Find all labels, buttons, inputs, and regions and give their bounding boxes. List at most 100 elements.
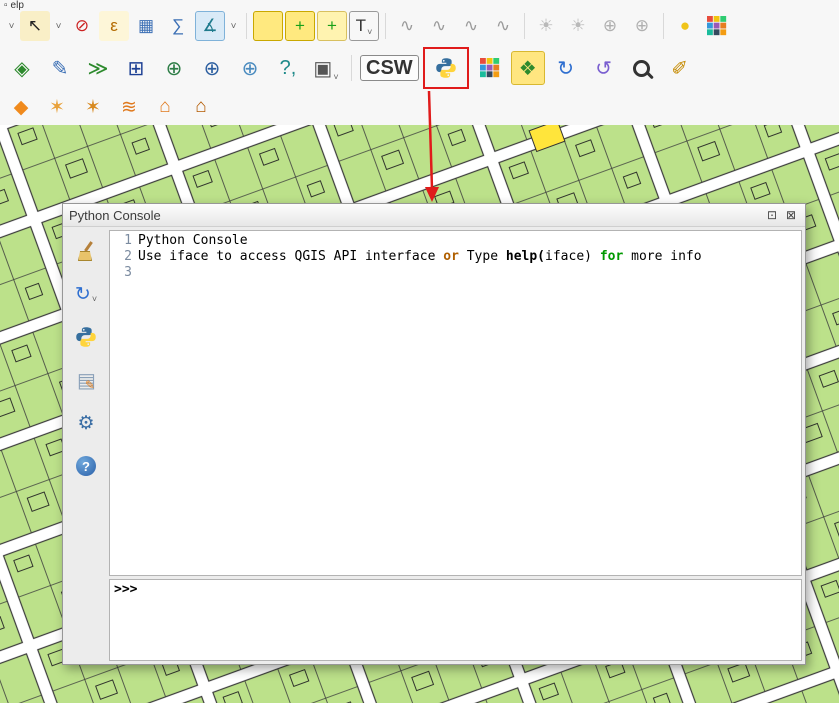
- effects-star-icon-2-glyph: ✶: [85, 96, 101, 119]
- gray-globe-icon-2-glyph: ⊕: [635, 16, 649, 36]
- import-class-button-glyph: ↻: [75, 283, 91, 306]
- add-virtual-layer-glyph: ▣: [313, 56, 332, 81]
- dropdown-caret: ˅: [367, 27, 372, 37]
- gray-globe-icon-1-glyph: ⊕: [603, 16, 617, 36]
- refresh-icon[interactable]: ↻: [549, 51, 583, 85]
- temporal-controller-glyph: ●: [680, 16, 690, 36]
- clear-console-button[interactable]: [73, 238, 99, 264]
- new-geopackage-layer-glyph: ◈: [14, 56, 29, 81]
- add-wms-layer[interactable]: ⊕: [157, 51, 191, 85]
- statistical-summary[interactable]: ∑: [163, 11, 193, 41]
- console-sidebar: ↻˅ ▤✎ ⚙?: [66, 230, 106, 661]
- select-features-tool-glyph: ↖: [28, 16, 42, 36]
- profile-icon-d[interactable]: ∿: [488, 11, 518, 41]
- console-input[interactable]: >>>: [109, 579, 802, 661]
- code-line: 3: [110, 265, 801, 281]
- profile-icon-c-glyph: ∿: [464, 16, 478, 36]
- add-wms-layer-glyph: ⊕: [166, 56, 183, 81]
- deselect-features[interactable]: ⊘: [67, 11, 97, 41]
- console-output[interactable]: 1Python Console2Use iface to access QGIS…: [109, 230, 802, 576]
- toolbar-separator: [524, 13, 525, 39]
- console-title: Python Console: [69, 208, 761, 223]
- color-table-icon[interactable]: [702, 11, 732, 41]
- sun-effect-icon-1[interactable]: ☀: [531, 11, 561, 41]
- new-spatialite-layer[interactable]: ≫: [81, 51, 115, 85]
- new-html-annotation[interactable]: +: [317, 11, 347, 41]
- add-wfs-layer[interactable]: ⊕: [233, 51, 267, 85]
- csw-search-button[interactable]: CSW: [360, 55, 419, 81]
- toolbar-separator: [663, 13, 664, 39]
- select-dropdown[interactable]: ˅: [52, 11, 65, 41]
- new-shapefile-layer[interactable]: ✎: [43, 51, 77, 85]
- new-shapefile-layer-glyph: ✎: [52, 56, 69, 81]
- python-logo: [74, 325, 98, 349]
- line-number: 2: [110, 249, 138, 265]
- text-annotation-tool[interactable]: T˅: [349, 11, 379, 41]
- effects-star-icon-1[interactable]: ✶: [41, 91, 73, 123]
- python-console-button[interactable]: [429, 51, 463, 85]
- console-body: ↻˅ ▤✎ ⚙? 1Python Console2Use iface to acce…: [63, 227, 805, 664]
- text-annotation-tool-glyph: T: [356, 16, 366, 36]
- extrude-icon-2[interactable]: ⌂: [185, 91, 217, 123]
- console-title-bar[interactable]: Python Console ⊡ ⊠: [63, 204, 805, 227]
- manage-plugins-button-glyph: ❖: [519, 56, 537, 81]
- selection-style-dropdown[interactable]: ˅: [5, 11, 18, 41]
- sun-effect-icon-2[interactable]: ☀: [563, 11, 593, 41]
- select-dropdown-glyph: ˅: [56, 21, 62, 32]
- add-db-layer[interactable]: ?,: [271, 51, 305, 85]
- search-tool[interactable]: [625, 51, 659, 85]
- profile-icon-c[interactable]: ∿: [456, 11, 486, 41]
- add-virtual-layer[interactable]: ▣˅: [309, 51, 343, 85]
- toolbar-row-3: ◆ ✶ ✶ ≋ ⌂ ⌂: [0, 91, 217, 123]
- deselect-features-glyph: ⊘: [75, 16, 89, 36]
- help-button[interactable]: ?: [73, 453, 99, 479]
- measure-dropdown[interactable]: ˅: [227, 11, 240, 41]
- processing-styles-grid[interactable]: [473, 51, 507, 85]
- code-text: Python Console: [138, 233, 248, 249]
- gray-globe-icon-1[interactable]: ⊕: [595, 11, 625, 41]
- manage-plugins-button[interactable]: ❖: [511, 51, 545, 85]
- close-window-button[interactable]: ⊠: [783, 208, 799, 223]
- effects-star-icon-2[interactable]: ✶: [77, 91, 109, 123]
- orange-drop-icon-glyph: ◆: [14, 96, 29, 119]
- profile-icon-d-glyph: ∿: [496, 16, 510, 36]
- profile-icon-a[interactable]: ∿: [392, 11, 422, 41]
- select-by-expression[interactable]: ε: [99, 11, 129, 41]
- options-button[interactable]: ⚙: [73, 410, 99, 436]
- temporal-controller[interactable]: ●: [670, 11, 700, 41]
- code-segment: for: [600, 249, 623, 264]
- gray-globe-icon-2[interactable]: ⊕: [627, 11, 657, 41]
- float-window-button[interactable]: ⊡: [764, 208, 780, 223]
- wand-tool-glyph: ✐: [671, 56, 688, 81]
- line-number: 1: [110, 233, 138, 249]
- dropdown-caret: ˅: [92, 294, 97, 304]
- new-html-annotation-glyph: +: [327, 16, 337, 36]
- code-line: 1Python Console: [110, 233, 801, 249]
- color-grid-shape: [707, 16, 727, 36]
- new-gpx-layer[interactable]: ⊞: [119, 51, 153, 85]
- console-main: 1Python Console2Use iface to access QGIS…: [109, 230, 802, 661]
- wand-tool[interactable]: ✐: [663, 51, 697, 85]
- orange-drop-icon[interactable]: ◆: [5, 91, 37, 123]
- open-attribute-table-glyph: ▦: [138, 16, 154, 36]
- import-class-button[interactable]: ↻˅: [73, 281, 99, 307]
- run-command-button[interactable]: [73, 324, 99, 350]
- layered-drops-icon[interactable]: ≋: [113, 91, 145, 123]
- profile-icon-b[interactable]: ∿: [424, 11, 454, 41]
- add-wcs-layer[interactable]: ⊕: [195, 51, 229, 85]
- code-text: Use iface to access QGIS API interface o…: [138, 249, 702, 265]
- code-segment: help(: [506, 249, 545, 264]
- measure-tool[interactable]: ∡: [195, 11, 225, 41]
- extrude-icon-1-glyph: ⌂: [159, 96, 170, 118]
- code-segment: iface): [545, 249, 592, 264]
- open-attribute-table[interactable]: ▦: [131, 11, 161, 41]
- extrude-icon-1[interactable]: ⌂: [149, 91, 181, 123]
- map-tips[interactable]: [253, 11, 283, 41]
- show-editor-button[interactable]: ▤✎: [73, 367, 99, 393]
- new-geopackage-layer[interactable]: ◈: [5, 51, 39, 85]
- python-console-window: Python Console ⊡ ⊠ ↻˅▤✎⚙? 1Python Consol…: [62, 203, 806, 665]
- toolbar-row-2: ◈✎≫⊞⊕⊕⊕?,▣˅CSW❖↻↺✐: [0, 49, 697, 87]
- refresh-zoom-icon[interactable]: ↺: [587, 51, 621, 85]
- new-text-annotation[interactable]: +: [285, 11, 315, 41]
- select-features-tool[interactable]: ↖: [20, 11, 50, 41]
